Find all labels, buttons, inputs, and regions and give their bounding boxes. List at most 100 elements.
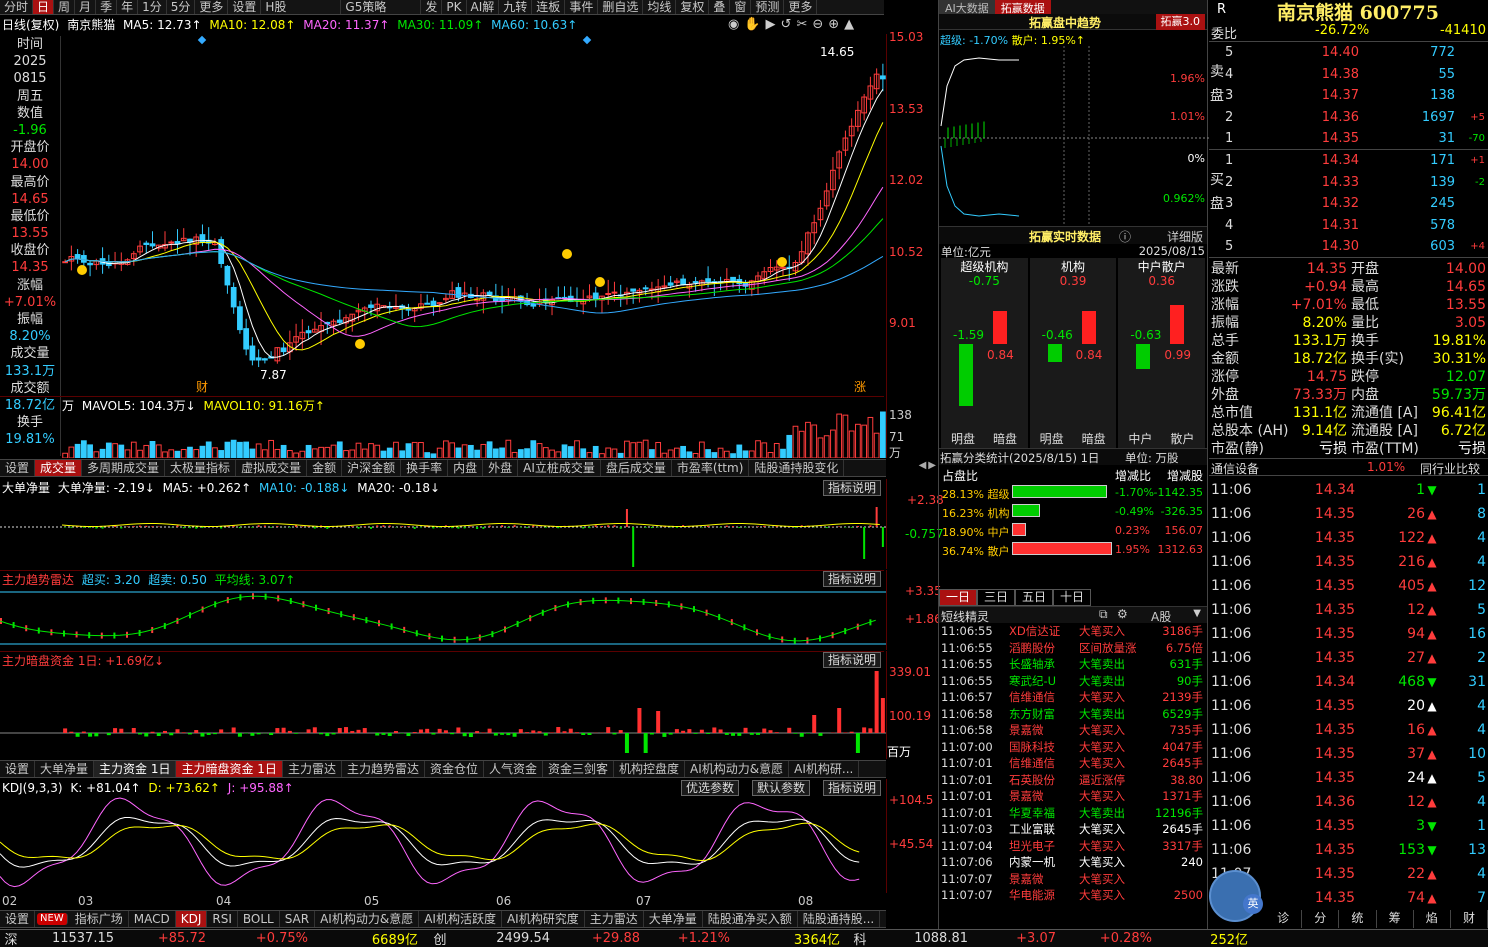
news-row[interactable]: 11:07:06 内蒙一机 大笔买入 240 xyxy=(941,854,1207,871)
tuoying-data-tab[interactable]: 拓赢数据 xyxy=(994,0,1051,15)
news-stock[interactable]: 信维通信 xyxy=(1009,689,1079,706)
tab-tabs1-5[interactable]: 金额 xyxy=(307,460,343,476)
news-row[interactable]: 11:07:01 石英股份 逼近涨停 38.80 xyxy=(941,772,1207,789)
tab-tabs3-6[interactable]: BOLL xyxy=(238,911,280,927)
tab-tabs2-6[interactable]: 资金仓位 xyxy=(425,761,484,777)
signal-marker[interactable] xyxy=(562,249,572,259)
tab-tabs1-7[interactable]: 换手率 xyxy=(401,460,449,476)
ind3-help-button[interactable]: 指标说明 xyxy=(823,652,882,668)
news-row[interactable]: 11:06:55 寒武纪-U 大笔卖出 90手 xyxy=(941,673,1207,690)
event-diamond[interactable] xyxy=(582,35,592,45)
news-row[interactable]: 11:06:58 景嘉微 大笔买入 735手 xyxy=(941,722,1207,739)
news-row[interactable]: 11:06:55 长盛轴承 大笔卖出 631手 xyxy=(941,656,1207,673)
toolbar-item[interactable]: 窗 xyxy=(730,0,752,14)
news-row[interactable]: 11:07:00 国脉科技 大笔买入 4047手 xyxy=(941,739,1207,756)
news-row[interactable]: 11:06:55 滔鹏股份 区间放量涨 6.75倍 xyxy=(941,640,1207,657)
signal-marker[interactable] xyxy=(777,257,787,267)
news-row[interactable]: 11:07:01 景嘉微 大笔买入 1371手 xyxy=(941,788,1207,805)
news-row[interactable]: 11:06:57 信维通信 大笔买入 2139手 xyxy=(941,689,1207,706)
signal-marker[interactable] xyxy=(77,265,87,275)
news-row[interactable]: 11:07:01 信维通信 大笔买入 2645手 xyxy=(941,755,1207,772)
toolbar-item[interactable]: 设置 xyxy=(228,0,262,14)
tab-tabs3-3[interactable]: MACD xyxy=(129,911,176,927)
tab-tabs3-0[interactable]: 设置 xyxy=(0,911,36,927)
order-book-row[interactable]: 5 14.30 603 +4 xyxy=(1225,236,1488,258)
order-book-row[interactable]: 3 14.37 138 xyxy=(1225,85,1488,107)
toolbar-item[interactable]: 复权 xyxy=(676,0,710,14)
rt-detail-dropdown[interactable]: 详细版 xyxy=(1167,228,1203,245)
tab-tabs1-8[interactable]: 内盘 xyxy=(448,460,484,476)
tuoying-version-badge[interactable]: 拓赢3.0 xyxy=(1155,14,1205,30)
tab-tabs2-3[interactable]: 主力暗盘资金 1日 xyxy=(176,761,283,777)
limit-up-mark[interactable]: 涨 xyxy=(854,379,866,394)
tab-tabs2-9[interactable]: 机构控盘度 xyxy=(614,761,686,777)
undo-icon[interactable]: ↺ xyxy=(781,17,792,33)
bottom-tab-0[interactable]: 诊 xyxy=(1265,910,1303,928)
tab-tabs3-14[interactable]: 陆股通持股... xyxy=(798,911,881,927)
tab-tabs3-12[interactable]: 大单净量 xyxy=(644,911,703,927)
kline-period[interactable]: 日线(复权) xyxy=(2,18,59,32)
tab-tabs3-2[interactable]: 指标广场 xyxy=(70,911,129,927)
order-book-row[interactable]: 1 14.35 31 -70 xyxy=(1225,128,1488,150)
toolbar-item[interactable]: 5分 xyxy=(167,0,196,14)
tab-tabs3-1[interactable]: NEW xyxy=(37,913,68,925)
ind1-help-button[interactable]: 指标说明 xyxy=(823,480,882,496)
toolbar-item[interactable]: 更多 xyxy=(784,0,818,14)
signal-marker[interactable] xyxy=(355,339,365,349)
toolbar-item[interactable]: 更多 xyxy=(195,0,229,14)
order-book-row[interactable]: 4 14.31 578 xyxy=(1225,215,1488,237)
tab-tabs1-12[interactable]: 市盈率(ttm) xyxy=(672,460,750,476)
kdj-help-button[interactable]: 指标说明 xyxy=(823,780,882,796)
toolbar-item[interactable]: 均线 xyxy=(643,0,677,14)
news-stock[interactable]: 景嘉微 xyxy=(1009,788,1079,805)
chevron-down-icon[interactable]: ▼ xyxy=(1193,608,1201,619)
toolbar-item[interactable]: 周 xyxy=(54,0,76,14)
order-book-row[interactable]: 2 14.36 1697 +5 xyxy=(1225,107,1488,129)
news-row[interactable]: 11:07:07 景嘉微 大笔买入 xyxy=(941,871,1207,888)
news-stock[interactable]: 长盛轴承 xyxy=(1009,656,1079,673)
news-row[interactable]: 11:07:07 华电能源 大笔买入 2500 xyxy=(941,887,1207,904)
news-stock[interactable]: 石英股份 xyxy=(1009,772,1079,789)
news-stock[interactable]: 内蒙一机 xyxy=(1009,854,1079,871)
tab-tabs1-10[interactable]: AI立桩成交量 xyxy=(518,460,601,476)
eye-icon[interactable]: ◉ xyxy=(728,17,739,33)
info-icon[interactable]: ⓘ xyxy=(1119,228,1131,245)
kdj-default-button[interactable]: 默认参数 xyxy=(752,780,811,796)
toolbar-item[interactable]: 日 xyxy=(33,0,55,14)
kline-chart[interactable]: 14.65 7.87 财 涨 xyxy=(62,34,886,396)
hand-icon[interactable]: ✋ xyxy=(744,17,760,33)
industry-label[interactable]: 通信设备 xyxy=(1211,460,1259,477)
news-stock[interactable]: 滔鹏股份 xyxy=(1009,640,1079,657)
kc-index-label[interactable]: 科 xyxy=(840,929,880,947)
toolbar-item[interactable]: 事件 xyxy=(565,0,599,14)
industry-compare-button[interactable]: 同行业比较 xyxy=(1420,460,1480,477)
tab-tabs3-13[interactable]: 陆股通净买入额 xyxy=(703,911,798,927)
tab-tabs1-0[interactable]: 设置 xyxy=(0,460,36,476)
news-expand-icon[interactable]: ⧉ xyxy=(1099,607,1108,622)
tab-tabs3-5[interactable]: RSI xyxy=(207,911,238,927)
news-row[interactable]: 11:06:58 东方财富 大笔卖出 6529手 xyxy=(941,706,1207,723)
tab-tabs2-7[interactable]: 人气资金 xyxy=(484,761,543,777)
news-row[interactable]: 11:07:03 工业富联 大笔买入 2645手 xyxy=(941,821,1207,838)
news-row[interactable]: 11:06:55 XD信达证 大笔买入 3186手 xyxy=(941,623,1207,640)
tab-tabs2-0[interactable]: 设置 xyxy=(0,761,36,777)
avatar[interactable]: 英 xyxy=(1209,870,1263,922)
toolbar-item[interactable]: 删自选 xyxy=(598,0,644,14)
order-book-row[interactable]: 5 14.40 772 xyxy=(1225,42,1488,64)
news-stock[interactable]: 坦光电子 xyxy=(1009,838,1079,855)
news-row[interactable]: 11:07:04 坦光电子 大笔买入 3317手 xyxy=(941,838,1207,855)
toolbar-item[interactable]: 月 xyxy=(75,0,97,14)
tab-tabs2-5[interactable]: 主力趋势雷达 xyxy=(342,761,425,777)
period-tab-1[interactable]: 三日 xyxy=(977,589,1016,606)
tab-tabs3-4[interactable]: KDJ xyxy=(175,911,208,927)
zoom-out-icon[interactable]: ⊖ xyxy=(812,17,823,33)
play-icon[interactable]: ▶ xyxy=(766,17,776,33)
scroll-left-icon[interactable]: ◀ xyxy=(919,460,927,477)
tab-tabs2-4[interactable]: 主力雷达 xyxy=(283,761,342,777)
ind2-help-button[interactable]: 指标说明 xyxy=(823,571,882,587)
toolbar-item[interactable]: 1分 xyxy=(138,0,167,14)
toolbar-item[interactable]: 连板 xyxy=(532,0,566,14)
toolbar-item[interactable]: 叠 xyxy=(709,0,731,14)
tab-tabs1-6[interactable]: 沪深金额 xyxy=(342,460,402,476)
news-stock[interactable]: 景嘉微 xyxy=(1009,871,1079,888)
